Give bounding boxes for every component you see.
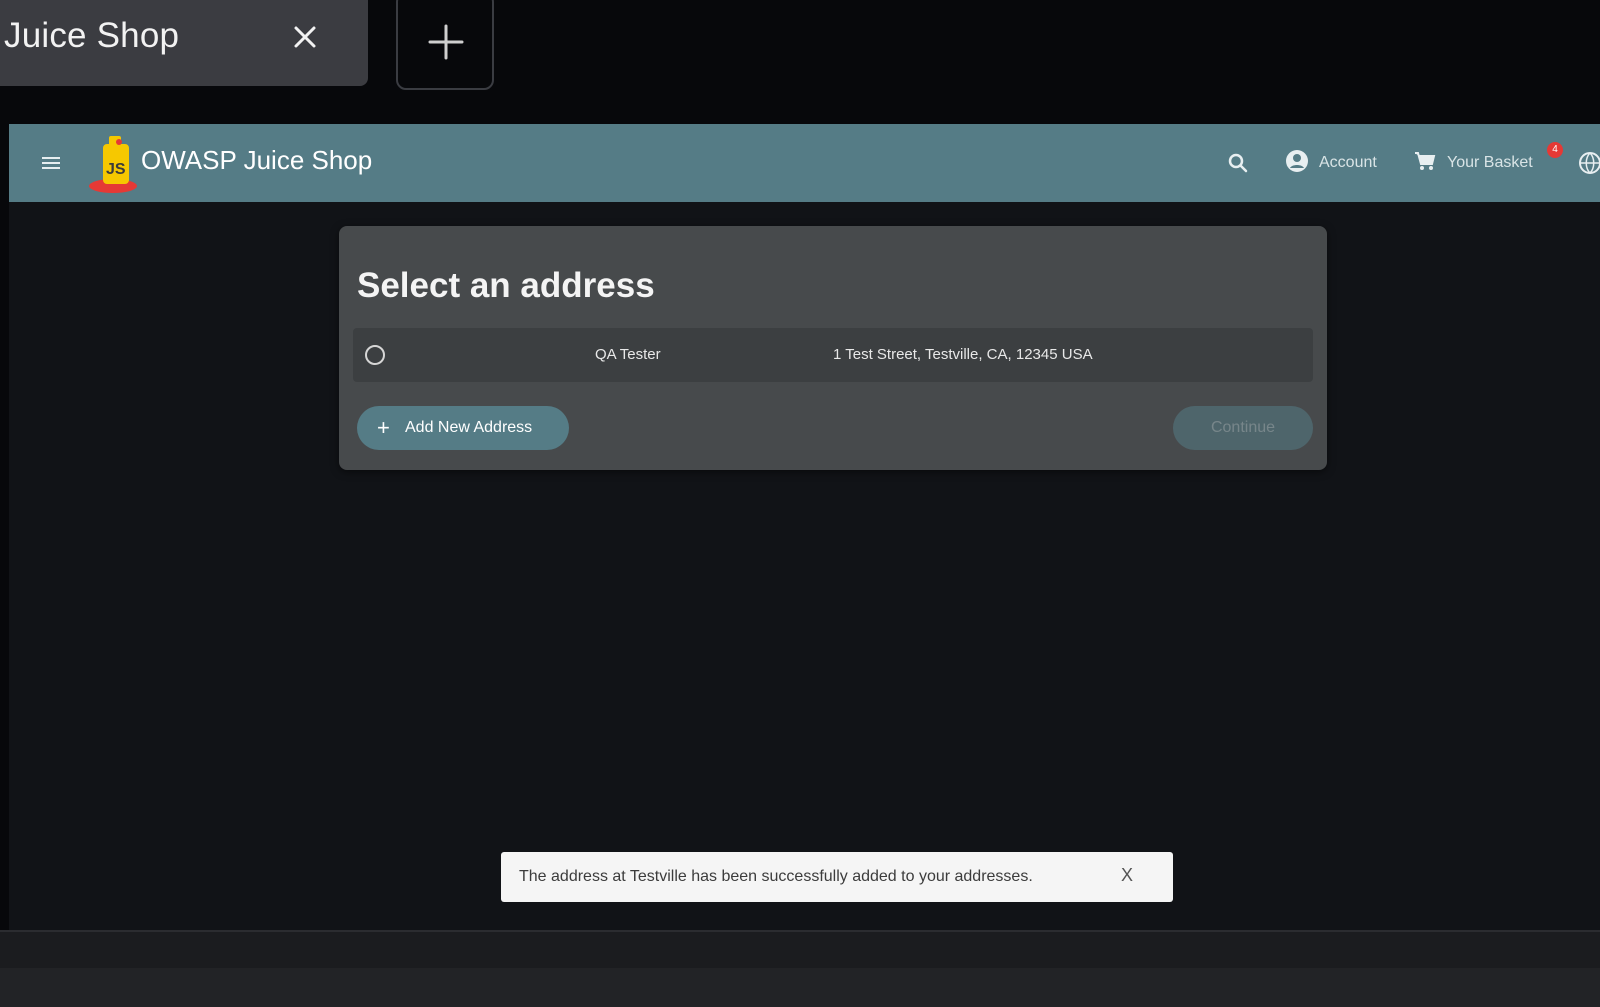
continue-label: Continue	[1210, 419, 1276, 436]
continue-button[interactable]: Continue	[1173, 406, 1313, 450]
add-new-address-button[interactable]: + Add New Address	[357, 406, 569, 450]
app-viewport: JS OWASP Juice Shop Account Your Basket …	[9, 124, 1600, 930]
language-icon[interactable]	[1577, 150, 1600, 176]
tab-title: Juice Shop	[4, 16, 180, 55]
account-circle-icon	[1285, 149, 1309, 178]
svg-text:JS: JS	[106, 161, 126, 178]
browser-bottom-bar	[0, 930, 1600, 970]
snackbar-message: The address at Testville has been succes…	[519, 868, 1033, 885]
address-card: Select an address QA Tester 1 Test Stree…	[339, 226, 1327, 470]
account-label: Account	[1319, 154, 1377, 171]
address-row[interactable]: QA Tester 1 Test Street, Testville, CA, …	[353, 328, 1313, 382]
menu-icon[interactable]	[39, 151, 63, 175]
cart-icon	[1413, 149, 1437, 178]
plus-icon: +	[377, 415, 390, 440]
address-radio[interactable]	[365, 345, 385, 365]
basket-label: Your Basket	[1447, 154, 1533, 171]
close-icon[interactable]	[288, 20, 322, 54]
snackbar-close-button[interactable]: X	[1121, 865, 1133, 886]
new-tab-button[interactable]	[396, 0, 494, 90]
address-name: QA Tester	[595, 346, 661, 363]
add-new-address-label: Add New Address	[405, 419, 533, 436]
snackbar-notification: The address at Testville has been succes…	[501, 852, 1173, 902]
app-title[interactable]: OWASP Juice Shop	[141, 145, 372, 176]
basket-count-badge: 4	[1547, 142, 1563, 158]
juice-shop-logo[interactable]: JS	[87, 130, 149, 196]
browser-tab-strip: Juice Shop	[0, 0, 1600, 96]
basket-button[interactable]: Your Basket 4	[1413, 142, 1563, 178]
search-icon[interactable]	[1225, 150, 1251, 176]
taskbar	[0, 968, 1600, 1007]
top-toolbar: JS OWASP Juice Shop Account Your Basket …	[9, 124, 1600, 202]
address-text: 1 Test Street, Testville, CA, 12345 USA	[833, 346, 1093, 363]
browser-tab[interactable]: Juice Shop	[0, 0, 368, 86]
account-button[interactable]: Account	[1285, 148, 1377, 178]
page-title: Select an address	[357, 266, 655, 305]
